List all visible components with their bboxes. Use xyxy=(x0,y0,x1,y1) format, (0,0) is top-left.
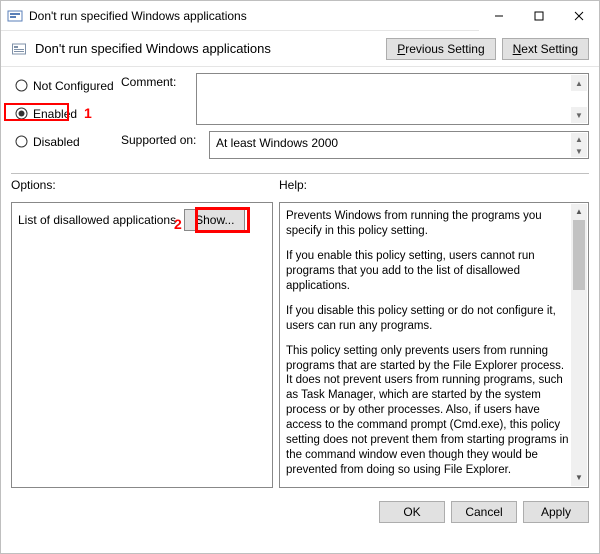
policy-icon xyxy=(11,41,27,57)
supported-on-field: At least Windows 2000 ▲ ▼ xyxy=(209,131,589,159)
title-bar: Don't run specified Windows applications xyxy=(1,1,599,31)
close-button[interactable] xyxy=(559,1,599,31)
comment-textarea[interactable]: ▲ ▼ xyxy=(196,73,589,125)
maximize-button[interactable] xyxy=(519,1,559,31)
next-setting-button[interactable]: Next Setting xyxy=(502,38,589,60)
help-paragraph: Prevents Windows from running the progra… xyxy=(286,209,570,239)
options-panel: List of disallowed applications Show... xyxy=(11,202,273,488)
help-panel: Prevents Windows from running the progra… xyxy=(279,202,589,488)
help-scrollbar[interactable]: ▲ ▼ xyxy=(571,204,587,486)
list-disallowed-label: List of disallowed applications xyxy=(18,213,176,227)
comment-label: Comment: xyxy=(121,73,196,125)
scrollbar-thumb[interactable] xyxy=(573,220,585,290)
policy-header: Don't run specified Windows applications… xyxy=(1,31,599,67)
chevron-up-icon[interactable]: ▲ xyxy=(571,133,587,145)
policy-title: Don't run specified Windows applications xyxy=(35,41,380,56)
chevron-up-icon[interactable]: ▲ xyxy=(571,75,587,91)
chevron-down-icon[interactable]: ▼ xyxy=(571,145,587,157)
help-paragraph: This policy setting only prevents users … xyxy=(286,344,570,478)
chevron-up-icon[interactable]: ▲ xyxy=(571,204,587,220)
help-header: Help: xyxy=(279,178,589,196)
radio-not-configured-label: Not Configured xyxy=(33,79,114,93)
dialog-footer: OK Cancel Apply xyxy=(1,494,599,530)
chevron-down-icon[interactable]: ▼ xyxy=(571,470,587,486)
cancel-button[interactable]: Cancel xyxy=(451,501,517,523)
options-header: Options: xyxy=(11,178,273,196)
apply-button[interactable]: Apply xyxy=(523,501,589,523)
gpo-icon xyxy=(7,8,23,24)
radio-not-configured[interactable]: Not Configured xyxy=(15,75,121,97)
supported-label: Supported on: xyxy=(121,131,209,159)
radio-disabled[interactable]: Disabled xyxy=(15,131,121,153)
radio-disabled-label: Disabled xyxy=(33,135,80,149)
radio-enabled-label: Enabled xyxy=(33,107,77,121)
help-paragraph: If you disable this policy setting or do… xyxy=(286,304,570,334)
chevron-down-icon[interactable]: ▼ xyxy=(571,107,587,123)
annotation-label-1: 1 xyxy=(84,105,92,121)
help-paragraph: If you enable this policy setting, users… xyxy=(286,249,570,294)
minimize-button[interactable] xyxy=(479,1,519,31)
previous-setting-button[interactable]: Previous Setting xyxy=(386,38,495,60)
radio-enabled[interactable]: Enabled xyxy=(15,103,121,125)
ok-button[interactable]: OK xyxy=(379,501,445,523)
window-title: Don't run specified Windows applications xyxy=(29,9,479,23)
annotation-label-2: 2 xyxy=(174,216,182,232)
show-button[interactable]: Show... xyxy=(184,209,245,231)
supported-on-value: At least Windows 2000 xyxy=(216,136,338,150)
